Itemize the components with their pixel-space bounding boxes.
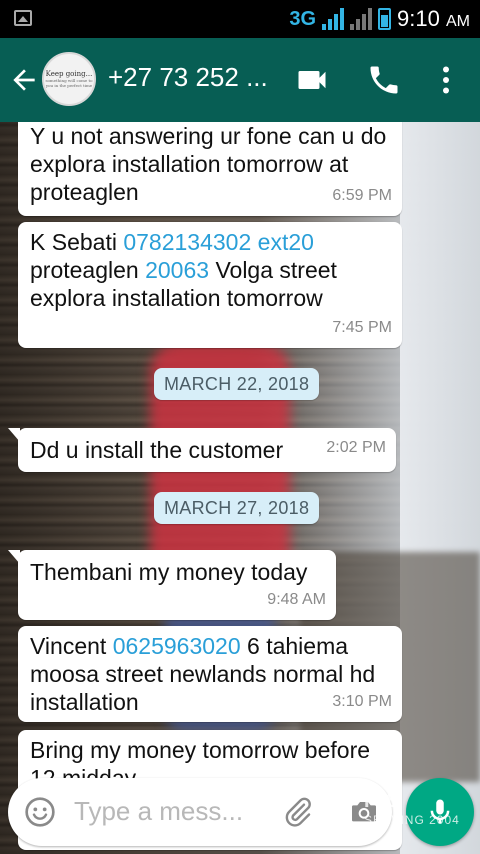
message-text-part: Vincent — [30, 633, 113, 659]
status-clock: 9:10 AM — [397, 6, 470, 32]
message-bubble[interactable]: Y u not answering ur fone can u do explo… — [18, 122, 402, 216]
gallery-notification-icon — [14, 10, 32, 26]
message-time: 7:45 PM — [332, 319, 392, 336]
message-text-part: proteaglen — [30, 257, 146, 283]
clock-time: 9:10 — [397, 6, 440, 31]
message-bubble[interactable]: Dd u install the customer 2:02 PM — [8, 428, 396, 472]
date-divider: MARCH 27, 2018 — [154, 492, 320, 524]
message-text: Thembani my money today — [30, 559, 308, 585]
battery-icon — [378, 8, 392, 30]
message-bubble[interactable]: Thembani my money today 9:48 AM — [8, 550, 336, 620]
clock-ampm: AM — [446, 13, 470, 30]
message-time: 6:59 PM — [332, 187, 392, 204]
status-indicators: 3G 9:10 AM — [289, 0, 470, 38]
phone-icon[interactable] — [366, 62, 402, 98]
microphone-button[interactable] — [406, 778, 474, 846]
signal-strength-2-icon — [350, 8, 373, 30]
chat-background: Y u not answering ur fone can u do explo… — [0, 122, 480, 854]
message-bubble[interactable]: Vincent 0625963020 6 tahiema moosa stree… — [18, 626, 402, 722]
message-time: 2:02 PM — [326, 439, 386, 456]
paperclip-icon[interactable] — [282, 796, 314, 828]
message-text-part: K Sebati — [30, 229, 124, 255]
message-time: 9:48 AM — [267, 591, 326, 608]
message-bubble[interactable]: K Sebati 0782134302 ext20 proteaglen 200… — [18, 222, 402, 348]
signal-strength-icon — [322, 8, 345, 30]
avatar-subcaption: something will come to you in the perfec… — [45, 78, 93, 88]
message-input-bar: Type a mess... — [8, 778, 392, 846]
message-time: 3:10 PM — [332, 693, 392, 710]
camera-icon[interactable] — [348, 796, 380, 828]
status-bar: 3G 9:10 AM — [0, 0, 480, 38]
network-type: 3G — [289, 7, 317, 30]
avatar-caption: Keep going... — [45, 70, 93, 78]
message-input[interactable]: Type a mess... — [74, 796, 243, 827]
emoji-icon[interactable] — [24, 796, 56, 828]
message-text: K Sebati 0782134302 ext20 proteaglen 200… — [18, 222, 402, 312]
phone-link[interactable]: 0625963020 — [113, 633, 241, 659]
date-divider: MARCH 22, 2018 — [154, 368, 320, 400]
more-vert-icon[interactable] — [428, 62, 464, 98]
phone-link[interactable]: 0782134302 ext20 — [123, 229, 314, 255]
number-link[interactable]: 20063 — [145, 257, 209, 283]
avatar[interactable]: Keep going... something will come to you… — [42, 52, 96, 106]
video-camera-icon[interactable] — [294, 62, 330, 98]
contact-name[interactable]: +27 73 252 ... — [108, 62, 268, 93]
chat-header: Keep going... something will come to you… — [0, 38, 480, 122]
microphone-icon — [430, 799, 450, 824]
arrow-left-icon[interactable] — [8, 64, 40, 96]
